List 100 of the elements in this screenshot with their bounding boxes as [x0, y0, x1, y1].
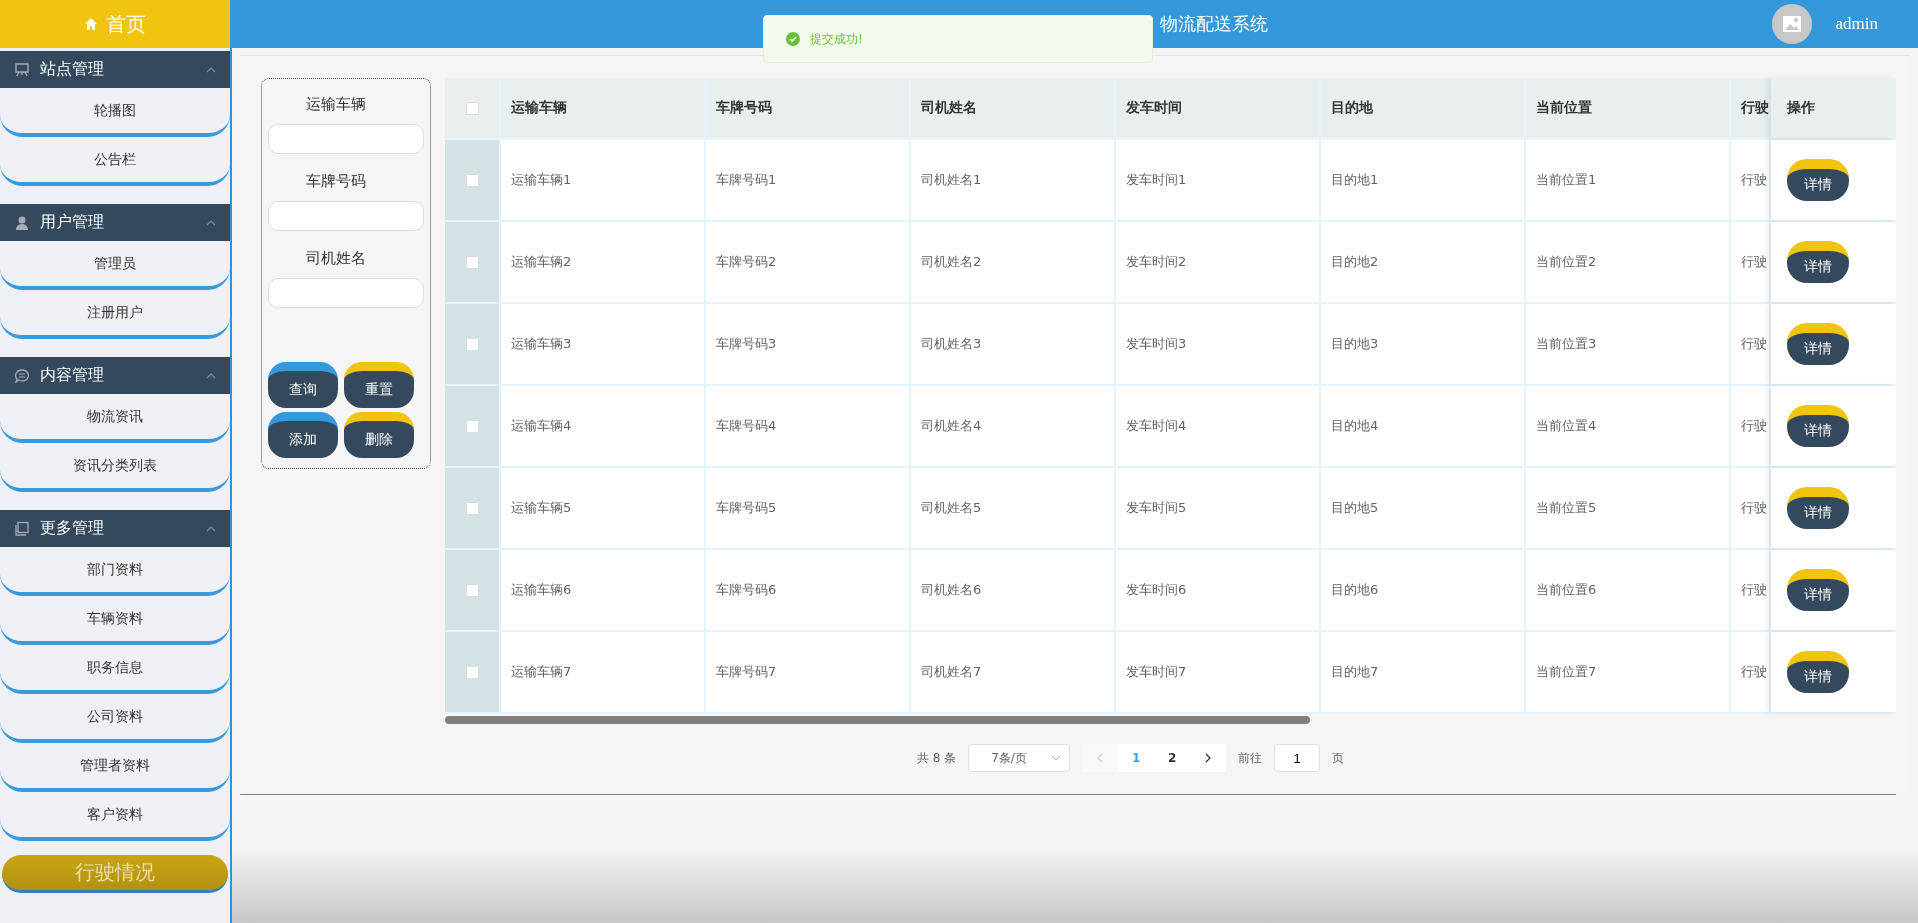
- action-button[interactable]: 查询: [268, 362, 338, 408]
- detail-button[interactable]: 详情: [1787, 487, 1849, 529]
- table-cell: 运输车辆7: [501, 632, 706, 712]
- group-title: 用户管理: [40, 212, 105, 233]
- table-cell: 当前位置6: [1526, 550, 1731, 630]
- table-cell: 司机姓名4: [911, 386, 1116, 466]
- action-button[interactable]: 重置: [344, 362, 414, 408]
- input-field[interactable]: [268, 278, 424, 308]
- chevron-down-icon: [1051, 755, 1062, 761]
- table-cell: 车牌号码6: [706, 550, 911, 630]
- input-field[interactable]: [268, 124, 424, 154]
- table-cell: 目的地1: [1321, 140, 1526, 220]
- column-header: 行驶: [1731, 78, 1771, 138]
- column-header: 目的地: [1321, 78, 1526, 138]
- table-cell: 当前位置3: [1526, 304, 1731, 384]
- table-cell: 车牌号码7: [706, 632, 911, 712]
- checkbox[interactable]: [465, 255, 479, 269]
- page-unit: 页: [1332, 749, 1345, 767]
- chat-icon: [14, 367, 30, 384]
- column-header: 司机姓名: [911, 78, 1116, 138]
- table-cell: 发车时间3: [1116, 304, 1321, 384]
- table-cell: 当前位置1: [1526, 140, 1731, 220]
- column-header: 发车时间: [1116, 78, 1321, 138]
- caret-icon: [206, 66, 216, 73]
- table-cell: 运输车辆5: [501, 468, 706, 548]
- filter-label: 司机姓名: [305, 249, 367, 268]
- table-cell: 司机姓名5: [911, 468, 1116, 548]
- table-cell: 当前位置5: [1526, 468, 1731, 548]
- table-cell: 车牌号码2: [706, 222, 911, 302]
- toast-message: 提交成功!: [810, 30, 863, 48]
- column-header: 运输车辆: [501, 78, 706, 138]
- page-size-select[interactable]: 7条/页: [968, 744, 1071, 772]
- checkbox[interactable]: [465, 583, 479, 597]
- group-title: 内容管理: [40, 365, 105, 386]
- group-title: 站点管理: [40, 59, 105, 80]
- home-icon: [84, 17, 98, 31]
- detail-button[interactable]: 详情: [1787, 569, 1849, 611]
- menu-group[interactable]: 用户管理: [0, 204, 230, 241]
- detail-button[interactable]: 详情: [1787, 159, 1849, 201]
- action-button[interactable]: 删除: [344, 412, 414, 458]
- copy-icon: [14, 520, 30, 537]
- detail-button[interactable]: 详情: [1787, 323, 1849, 365]
- caret-icon: [206, 372, 216, 379]
- filter-label: 车牌号码: [305, 172, 367, 191]
- page-input[interactable]: 1: [1274, 744, 1321, 772]
- table-cell: 车牌号码5: [706, 468, 911, 548]
- column-header: 操作: [1771, 78, 1896, 138]
- menu-group[interactable]: 内容管理: [0, 357, 230, 394]
- table-cell: 车牌号码4: [706, 386, 911, 466]
- user-icon: [14, 214, 30, 231]
- table-cell: 发车时间4: [1116, 386, 1321, 466]
- column-header: 车牌号码: [706, 78, 911, 138]
- column-header: 当前位置: [1526, 78, 1731, 138]
- checkbox[interactable]: [465, 501, 479, 515]
- checkbox[interactable]: [465, 173, 479, 187]
- detail-button[interactable]: 详情: [1787, 405, 1849, 447]
- table-cell: 发车时间5: [1116, 468, 1321, 548]
- table-cell: 目的地7: [1321, 632, 1526, 712]
- table-cell: 发车时间6: [1116, 550, 1321, 630]
- table-cell: 目的地4: [1321, 386, 1526, 466]
- scrollbar[interactable]: [445, 716, 1310, 724]
- filter-label: 运输车辆: [305, 95, 367, 114]
- page-button[interactable]: 2: [1154, 744, 1191, 772]
- table-cell: 目的地6: [1321, 550, 1526, 630]
- checkbox[interactable]: [465, 337, 479, 351]
- caret-icon: [206, 525, 216, 532]
- detail-button[interactable]: 详情: [1787, 241, 1849, 283]
- table-cell: 司机姓名7: [911, 632, 1116, 712]
- table-cell: 运输车辆2: [501, 222, 706, 302]
- input-field[interactable]: [268, 201, 424, 231]
- chevron-left-icon: [1097, 753, 1104, 763]
- table-cell: 目的地5: [1321, 468, 1526, 548]
- table-cell: 当前位置7: [1526, 632, 1731, 712]
- avatar[interactable]: [1771, 4, 1812, 44]
- menu-group[interactable]: 站点管理: [0, 51, 230, 88]
- goto-label: 前往: [1238, 749, 1263, 767]
- checkbox[interactable]: [465, 665, 479, 679]
- next-page-button[interactable]: [1190, 744, 1227, 772]
- table-cell: 司机姓名3: [911, 304, 1116, 384]
- checkbox[interactable]: [465, 419, 479, 433]
- scrollbar[interactable]: [240, 794, 1896, 795]
- table-cell: 当前位置4: [1526, 386, 1731, 466]
- table-cell: 运输车辆3: [501, 304, 706, 384]
- table-cell: 发车时间7: [1116, 632, 1321, 712]
- app-title: 物流配送系统: [1160, 12, 1268, 36]
- image-icon: [1781, 15, 1802, 33]
- menu-group[interactable]: 更多管理: [0, 510, 230, 547]
- table-cell: 发车时间1: [1116, 140, 1321, 220]
- table-cell: 当前位置2: [1526, 222, 1731, 302]
- board-icon: [14, 61, 30, 78]
- prev-page-button[interactable]: [1082, 744, 1119, 772]
- detail-button[interactable]: 详情: [1787, 651, 1849, 693]
- table-cell: 车牌号码3: [706, 304, 911, 384]
- table-cell: 司机姓名6: [911, 550, 1116, 630]
- action-button[interactable]: 添加: [268, 412, 338, 458]
- table-cell: 目的地2: [1321, 222, 1526, 302]
- group-title: 更多管理: [40, 518, 105, 539]
- table-cell: 运输车辆6: [501, 550, 706, 630]
- check-circle-icon: [786, 32, 800, 46]
- checkbox[interactable]: [465, 101, 479, 115]
